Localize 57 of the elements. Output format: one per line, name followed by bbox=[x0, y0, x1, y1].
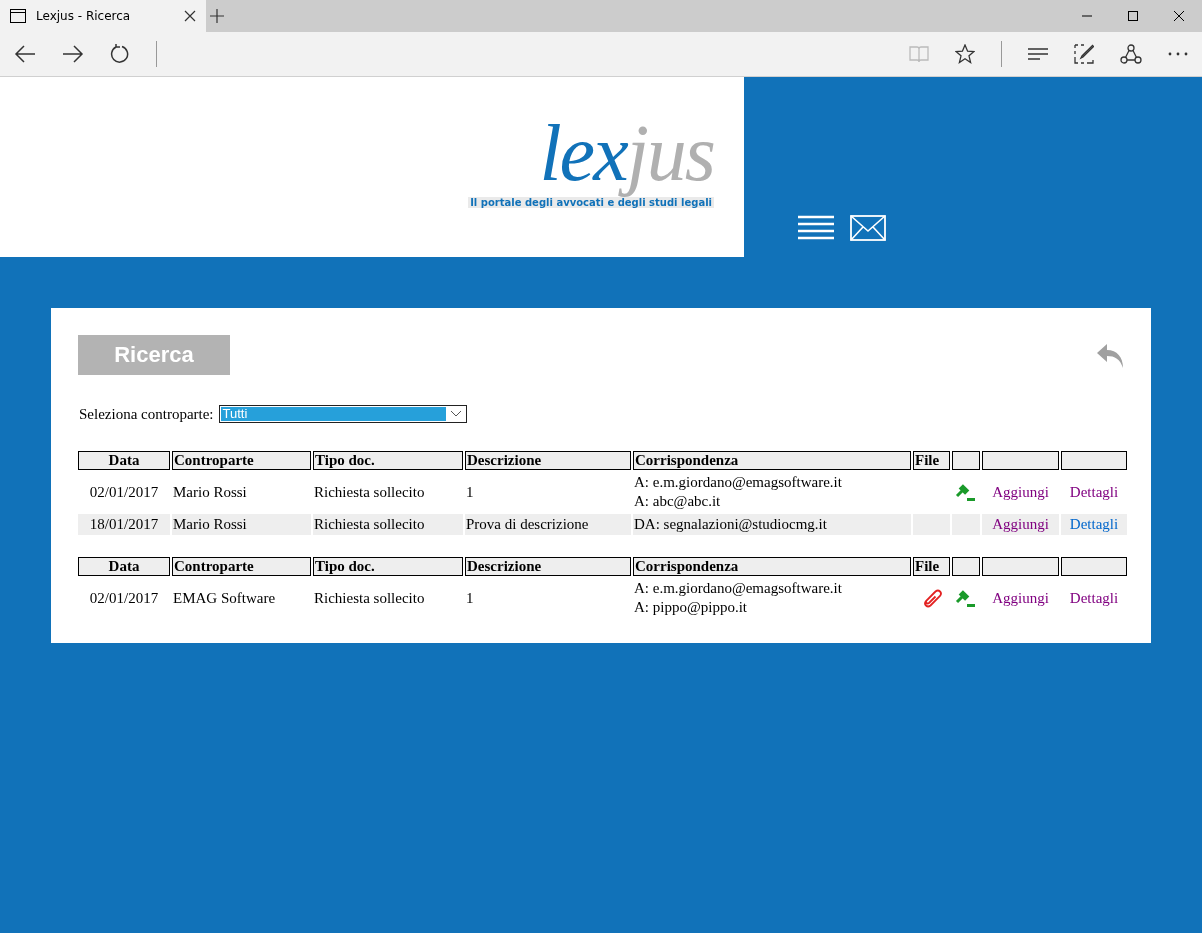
column-header: Corrispondenza bbox=[633, 557, 911, 576]
column-header: Data bbox=[78, 557, 170, 576]
table-cell-text: A: e.m.giordano@emagsoftware.it A: pippo@pippo.it bbox=[633, 579, 843, 617]
column-header: Corrispondenza bbox=[633, 451, 911, 470]
pen-note-icon[interactable] bbox=[1074, 44, 1094, 64]
table-cell: DA: segnalazioni@studiocmg.it bbox=[633, 514, 911, 535]
lexjus-logo[interactable]: lexjus Il portale degli avvocati e degli studi legali bbox=[468, 113, 714, 208]
empty-column-header bbox=[1061, 557, 1127, 576]
add-link[interactable]: Aggiungi bbox=[992, 589, 1049, 606]
column-header: Tipo doc. bbox=[313, 451, 463, 470]
table-cell: 18/01/2017 bbox=[78, 514, 170, 535]
close-tab-icon[interactable] bbox=[184, 10, 196, 22]
refresh-icon[interactable] bbox=[110, 44, 130, 64]
filter-label: Seleziona controparte: bbox=[79, 405, 214, 423]
table-cell-text: EMAG Software bbox=[172, 588, 277, 608]
gavel-icon[interactable] bbox=[955, 589, 977, 608]
table-cell: Richiesta sollecito bbox=[313, 514, 463, 535]
table-cell-text: Richiesta sollecito bbox=[313, 482, 426, 502]
more-icon[interactable] bbox=[1168, 52, 1188, 56]
back-arrow-icon[interactable] bbox=[14, 45, 36, 63]
empty-column-header bbox=[952, 451, 980, 470]
table-cell-text: 02/01/2017 bbox=[88, 482, 160, 502]
column-header: Descrizione bbox=[465, 557, 631, 576]
column-header: Tipo doc. bbox=[313, 557, 463, 576]
empty-column-header bbox=[1061, 451, 1127, 470]
new-tab-icon[interactable] bbox=[210, 9, 224, 23]
empty-column-header bbox=[952, 557, 980, 576]
table-cell: Prova di descrizione bbox=[465, 514, 631, 535]
table-cell: Mario Rossi bbox=[172, 514, 311, 535]
tab-title: Lexjus - Ricerca bbox=[36, 9, 132, 23]
star-icon[interactable] bbox=[955, 44, 975, 64]
table-cell-text: Richiesta sollecito bbox=[313, 588, 426, 608]
add-link[interactable]: Aggiungi bbox=[992, 483, 1049, 500]
column-header: File bbox=[913, 557, 950, 576]
caret-icon bbox=[449, 410, 462, 418]
table-cell-text: 1 bbox=[465, 482, 475, 502]
close-icon[interactable] bbox=[1173, 10, 1185, 22]
table-cell-text: 02/01/2017 bbox=[88, 588, 160, 608]
browser-tab[interactable]: Lexjus - Ricerca bbox=[0, 0, 206, 32]
details-link[interactable]: Dettagli bbox=[1069, 483, 1119, 500]
page-title: Ricerca bbox=[78, 335, 230, 375]
envelope-icon[interactable] bbox=[850, 215, 886, 241]
maximize-icon[interactable] bbox=[1127, 10, 1139, 22]
column-header: File bbox=[913, 451, 950, 470]
forward-arrow-icon[interactable] bbox=[62, 45, 84, 63]
gavel-icon[interactable] bbox=[955, 483, 977, 502]
table-cell-text: Mario Rossi bbox=[172, 482, 248, 502]
details-link[interactable]: Dettagli bbox=[1069, 589, 1119, 606]
column-header: Descrizione bbox=[465, 451, 631, 470]
column-header: Controparte bbox=[172, 451, 311, 470]
table-cell-text: 1 bbox=[465, 588, 475, 608]
column-header: Controparte bbox=[172, 557, 311, 576]
table-cell-text: A: e.m.giordano@emagsoftware.it A: abc@abc.it bbox=[633, 473, 843, 511]
page-icon bbox=[10, 9, 26, 23]
menu-icon[interactable] bbox=[798, 215, 834, 241]
column-header: Data bbox=[78, 451, 170, 470]
share-icon[interactable] bbox=[1120, 44, 1142, 64]
